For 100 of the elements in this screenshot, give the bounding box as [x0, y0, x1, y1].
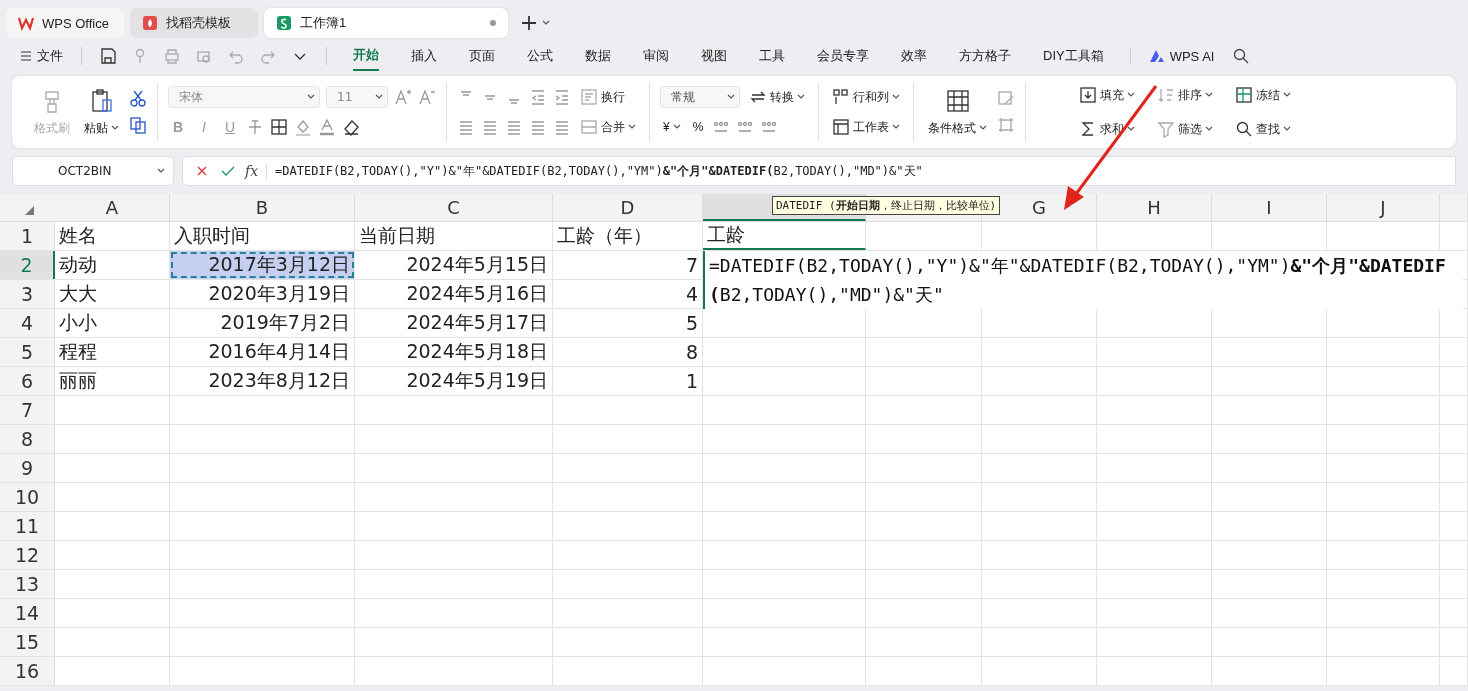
printer-icon[interactable] [163, 47, 181, 65]
function-tooltip: DATEDIF (开始日期，终止日期，比较单位) [772, 196, 1001, 215]
rows-columns-button[interactable]: 行和列 [829, 86, 903, 108]
file-menu[interactable]: 文件 [14, 43, 69, 69]
convert-button[interactable]: 转换 [746, 86, 808, 108]
flame-icon [142, 15, 158, 31]
wps-ai-button[interactable]: WPS AI [1142, 44, 1221, 68]
table-cell: 2024年5月17日 [355, 309, 553, 337]
row-header[interactable]: 15 [0, 628, 55, 656]
font-name-field[interactable]: 宋体 [168, 86, 320, 108]
conditional-format-button[interactable]: 条件格式 [924, 85, 991, 139]
column-header[interactable]: C [355, 194, 553, 221]
cell-border-icon[interactable] [997, 116, 1015, 134]
table-cell: 2023年8月12日 [170, 367, 355, 395]
caret-icon [157, 168, 165, 174]
caret-icon [307, 94, 315, 100]
row-header[interactable]: 8 [0, 425, 55, 453]
row-header[interactable]: 2 [0, 251, 55, 279]
ribbon-tab[interactable]: 效率 [901, 42, 927, 70]
paste-button[interactable]: 粘贴 [80, 85, 123, 139]
formula-field[interactable]: fx =DATEDIF(B2,TODAY(),"Y")&"年"&DATEDIF(B2,TODAY(),"YM")&"个月"&DATEDIF(B2,TODAY(),"MD")&"天" [182, 156, 1456, 186]
align-center-icon[interactable] [481, 118, 499, 136]
name-box[interactable]: OCT2BIN [12, 156, 174, 186]
column-header[interactable]: A [55, 194, 170, 221]
row-header[interactable]: 12 [0, 541, 55, 569]
search-icon[interactable] [1232, 47, 1251, 65]
caret-icon [375, 94, 383, 100]
caret-icon [892, 124, 900, 130]
row-header[interactable]: 10 [0, 483, 55, 511]
ribbon-tab[interactable]: 视图 [701, 42, 727, 70]
justify-icon[interactable] [529, 118, 547, 136]
row-header[interactable]: 13 [0, 570, 55, 598]
align-left-icon[interactable] [457, 118, 475, 136]
ribbon-tab[interactable]: 会员专享 [817, 42, 869, 70]
find-button[interactable]: 查找 [1232, 118, 1294, 140]
row-header[interactable]: 1 [0, 222, 55, 250]
ribbon-tab[interactable]: 审阅 [643, 42, 669, 70]
tab[interactable]: 找稻壳模板 [130, 8, 258, 38]
font-shrink-icon[interactable] [418, 88, 436, 106]
eraser-icon[interactable] [342, 118, 360, 136]
font-grow-icon[interactable] [394, 88, 412, 106]
cell-style-icon[interactable] [997, 90, 1015, 108]
ribbon-tab[interactable]: 公式 [527, 42, 553, 70]
currency-button[interactable]: ¥ [660, 116, 684, 138]
table-cell: 2020年3月19日 [170, 280, 355, 308]
table-cell: 丽丽 [55, 367, 170, 395]
caret-icon [111, 125, 119, 131]
ribbon-tab[interactable]: 工具 [759, 42, 785, 70]
column-header[interactable]: H [1097, 194, 1212, 221]
worksheet-button[interactable]: 工作表 [829, 116, 903, 138]
table-cell: 大大 [55, 280, 170, 308]
font-color-icon[interactable] [318, 118, 336, 136]
distribute-icon[interactable] [553, 118, 571, 136]
tab[interactable]: WPS Office [6, 8, 124, 38]
fill-button[interactable]: 填充 [1076, 84, 1138, 106]
row-header[interactable]: 11 [0, 512, 55, 540]
freeze-button[interactable]: 冻结 [1232, 84, 1294, 106]
ribbon-tab[interactable]: DIY工具箱 [1043, 42, 1104, 70]
row-header[interactable]: 6 [0, 367, 55, 395]
caret-icon [1205, 92, 1213, 98]
row-header[interactable]: 4 [0, 309, 55, 337]
row-header[interactable]: 7 [0, 396, 55, 424]
caret-icon [672, 124, 681, 130]
copy-icon[interactable] [129, 116, 147, 134]
row-header[interactable]: 5 [0, 338, 55, 366]
row-header[interactable]: 14 [0, 599, 55, 627]
column-header[interactable]: J [1327, 194, 1440, 221]
tab[interactable]: 工作簿1 [264, 8, 508, 38]
menu-icon [20, 50, 32, 62]
ribbon-tab[interactable]: 开始 [353, 41, 379, 71]
fill-color-icon[interactable] [294, 118, 312, 136]
percent-button[interactable]: % [689, 116, 707, 138]
align-right-icon[interactable] [505, 118, 523, 136]
merge-cells-icon [580, 118, 598, 136]
cell-editor[interactable]: =DATEDIF(B2,TODAY(),"Y")&"年"&DATEDIF(B2,TODAY(),"YM")&"个月"&DATEDIF(B2,TODAY(),"MD")&"天" [703, 251, 1463, 309]
caret-icon [797, 94, 805, 100]
table-cell: 2024年5月16日 [355, 280, 553, 308]
spreadsheet-icon [276, 15, 292, 31]
table-cell: 1 [553, 367, 703, 395]
number-format-field[interactable]: 常规 [660, 86, 740, 108]
column-header[interactable]: B [170, 194, 355, 221]
row-header[interactable]: 9 [0, 454, 55, 482]
ribbon-tab[interactable]: 页面 [469, 42, 495, 70]
ribbon-tab[interactable]: 方方格子 [959, 42, 1011, 70]
plus-icon[interactable] [520, 14, 538, 32]
row-header[interactable]: 3 [0, 280, 55, 308]
table-cell: 程程 [55, 338, 170, 366]
strikethrough-icon[interactable] [246, 118, 264, 136]
row-header[interactable]: 16 [0, 657, 55, 685]
table-cell: 2024年5月15日 [355, 251, 553, 279]
ribbon-tab[interactable]: 插入 [411, 42, 437, 70]
fill-down-icon [1079, 86, 1097, 104]
save-icon[interactable] [99, 47, 117, 65]
indent-decrease-icon[interactable] [529, 88, 547, 106]
borders-icon[interactable] [270, 118, 288, 136]
ribbon-tab[interactable]: 数据 [585, 42, 611, 70]
indent-increase-icon[interactable] [553, 88, 571, 106]
cut-icon[interactable] [129, 90, 147, 108]
column-header[interactable]: I [1212, 194, 1327, 221]
table-cell: 2016年4月14日 [170, 338, 355, 366]
